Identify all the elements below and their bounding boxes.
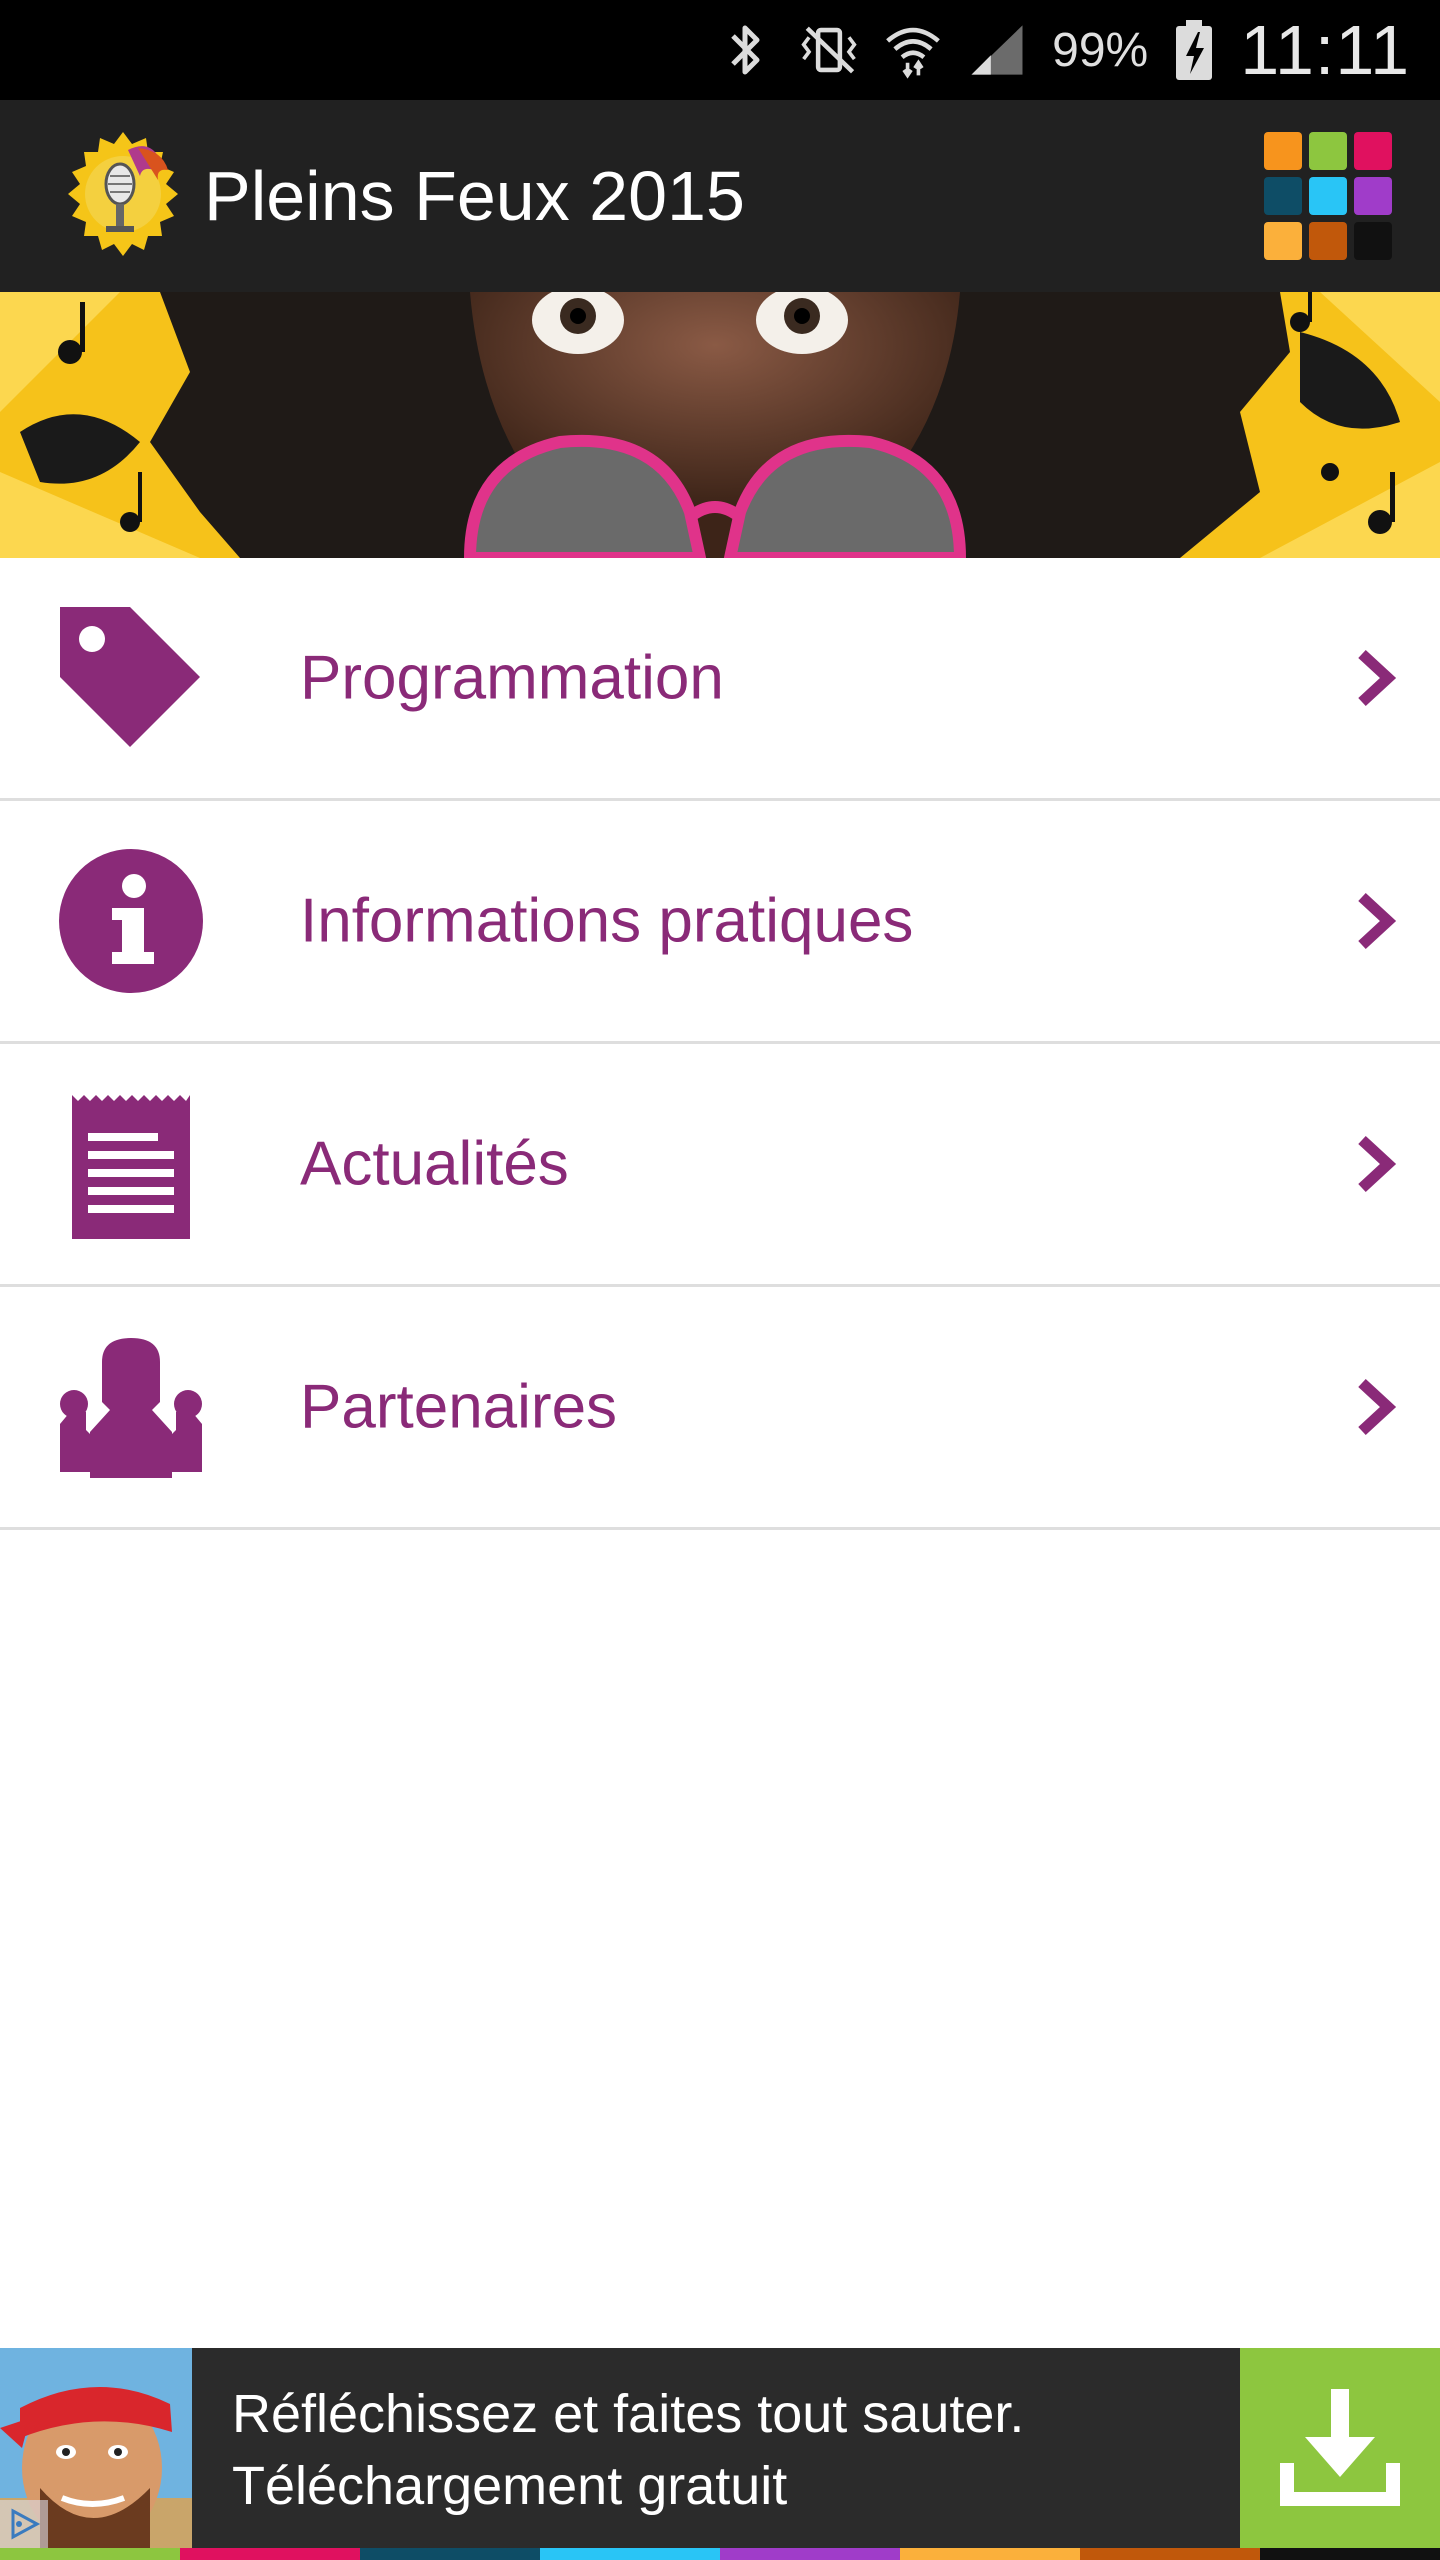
battery-percent: 99% <box>1052 23 1149 77</box>
app-bar: Pleins Feux 2015 <box>0 100 1440 292</box>
menu-item-label: Programmation <box>300 643 724 713</box>
strip-segment <box>720 2548 900 2560</box>
grid-tile <box>1354 132 1392 170</box>
ad-text: Réfléchissez et faites tout sauter. Télé… <box>232 2378 1024 2522</box>
strip-segment <box>900 2548 1080 2560</box>
strip-segment <box>0 2548 180 2560</box>
grid-tile <box>1309 132 1347 170</box>
ad-line-2: Téléchargement gratuit <box>232 2456 788 2516</box>
menu-item-informations-pratiques[interactable]: Informations pratiques <box>0 801 1440 1044</box>
menu-item-programmation[interactable]: Programmation <box>0 558 1440 801</box>
microphone-logo <box>58 130 188 260</box>
grid-tile <box>1264 132 1302 170</box>
strip-segment <box>360 2548 540 2560</box>
chevron-right-icon <box>1352 1134 1402 1194</box>
app-screen: 99% 11:11 Pleins Feux 2015 Programmation… <box>0 0 1440 2560</box>
app-title: Pleins Feux 2015 <box>204 157 745 235</box>
info-icon <box>56 846 206 996</box>
ad-game-character-image <box>0 2348 192 2548</box>
grid-tile <box>1264 222 1302 260</box>
chevron-right-icon <box>1352 891 1402 951</box>
ad-download-button[interactable] <box>1240 2348 1440 2548</box>
grid-tile <box>1309 177 1347 215</box>
main-menu-list: Programmation Informations pratiques Act… <box>0 558 1440 1530</box>
tag-icon <box>56 603 206 753</box>
chevron-right-icon <box>1352 1377 1402 1437</box>
bottom-color-strip <box>0 2548 1440 2560</box>
menu-item-partenaires[interactable]: Partenaires <box>0 1287 1440 1530</box>
festival-banner-image <box>0 292 1440 558</box>
menu-item-label: Informations pratiques <box>300 886 914 956</box>
vibrate-icon <box>800 18 858 82</box>
ad-line-1: Réfléchissez et faites tout sauter. <box>232 2384 1025 2444</box>
chevron-right-icon <box>1352 648 1402 708</box>
strip-segment <box>180 2548 360 2560</box>
battery-icon <box>1174 18 1214 82</box>
menu-item-actualites[interactable]: Actualités <box>0 1044 1440 1287</box>
apps-grid-button[interactable] <box>1264 132 1392 260</box>
status-time: 11:11 <box>1240 11 1410 89</box>
signal-icon <box>968 18 1026 82</box>
grid-tile <box>1264 177 1302 215</box>
download-icon <box>1275 2381 1405 2516</box>
bluetooth-icon <box>716 18 774 82</box>
grid-tile <box>1354 177 1392 215</box>
strip-segment <box>540 2548 720 2560</box>
ad-banner[interactable]: Réfléchissez et faites tout sauter. Télé… <box>0 2348 1440 2548</box>
newspaper-icon <box>56 1089 206 1239</box>
people-icon <box>56 1332 206 1482</box>
wifi-icon <box>884 18 942 82</box>
grid-tile <box>1309 222 1347 260</box>
grid-tile <box>1354 222 1392 260</box>
menu-item-label: Actualités <box>300 1129 569 1199</box>
status-bar: 99% 11:11 <box>0 0 1440 100</box>
strip-segment <box>1080 2548 1260 2560</box>
menu-item-label: Partenaires <box>300 1372 618 1442</box>
ad-choices-icon[interactable] <box>0 2500 48 2548</box>
strip-segment <box>1260 2548 1440 2560</box>
